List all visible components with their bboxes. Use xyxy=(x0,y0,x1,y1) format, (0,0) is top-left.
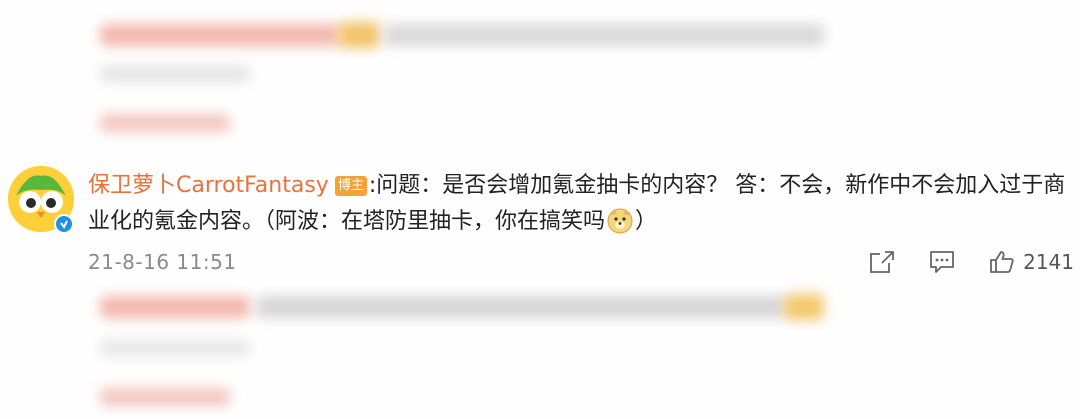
blurred-comment-top-emoji xyxy=(338,22,380,48)
blurred-comment-top-text xyxy=(384,24,824,46)
comment-actions: 2141 xyxy=(835,248,1074,276)
comment-body: 保卫萝卜CarrotFantasy 博主:问题：是否会增加氪金抽卡的内容？ 答：不… xyxy=(88,168,1068,240)
dog-face-emoji-icon xyxy=(606,206,634,234)
comment-text-end: ） xyxy=(635,209,658,234)
blurred-comment-bottom-time xyxy=(100,340,250,356)
blurred-comment-top-reply xyxy=(100,114,230,132)
blurred-comment-bottom-name xyxy=(100,296,250,318)
author-badge: 博主 xyxy=(334,176,367,196)
thumbs-up-icon xyxy=(990,251,1014,273)
share-button[interactable] xyxy=(869,250,895,274)
comment-list: 保卫萝卜CarrotFantasy 博主:问题：是否会增加氪金抽卡的内容？ 答：不… xyxy=(0,0,1080,419)
reply-button[interactable] xyxy=(929,250,955,274)
blurred-comment-bottom-emoji xyxy=(784,294,824,320)
comment-meta: 21-8-16 11:51 2141 xyxy=(88,248,1074,276)
blurred-comment-bottom-reply xyxy=(100,388,230,406)
comment-timestamp: 21-8-16 11:51 xyxy=(88,250,237,274)
verified-badge-icon xyxy=(54,214,74,234)
like-button[interactable]: 2141 xyxy=(989,250,1074,274)
blurred-comment-bottom-text xyxy=(256,296,786,318)
avatar[interactable] xyxy=(8,166,74,234)
like-count: 2141 xyxy=(1023,250,1074,274)
comment-icon xyxy=(930,251,954,273)
comment-username[interactable]: 保卫萝卜CarrotFantasy xyxy=(88,173,329,198)
share-icon xyxy=(870,251,894,273)
blurred-comment-top-time xyxy=(100,66,250,82)
blurred-comment-top-line xyxy=(100,24,340,46)
